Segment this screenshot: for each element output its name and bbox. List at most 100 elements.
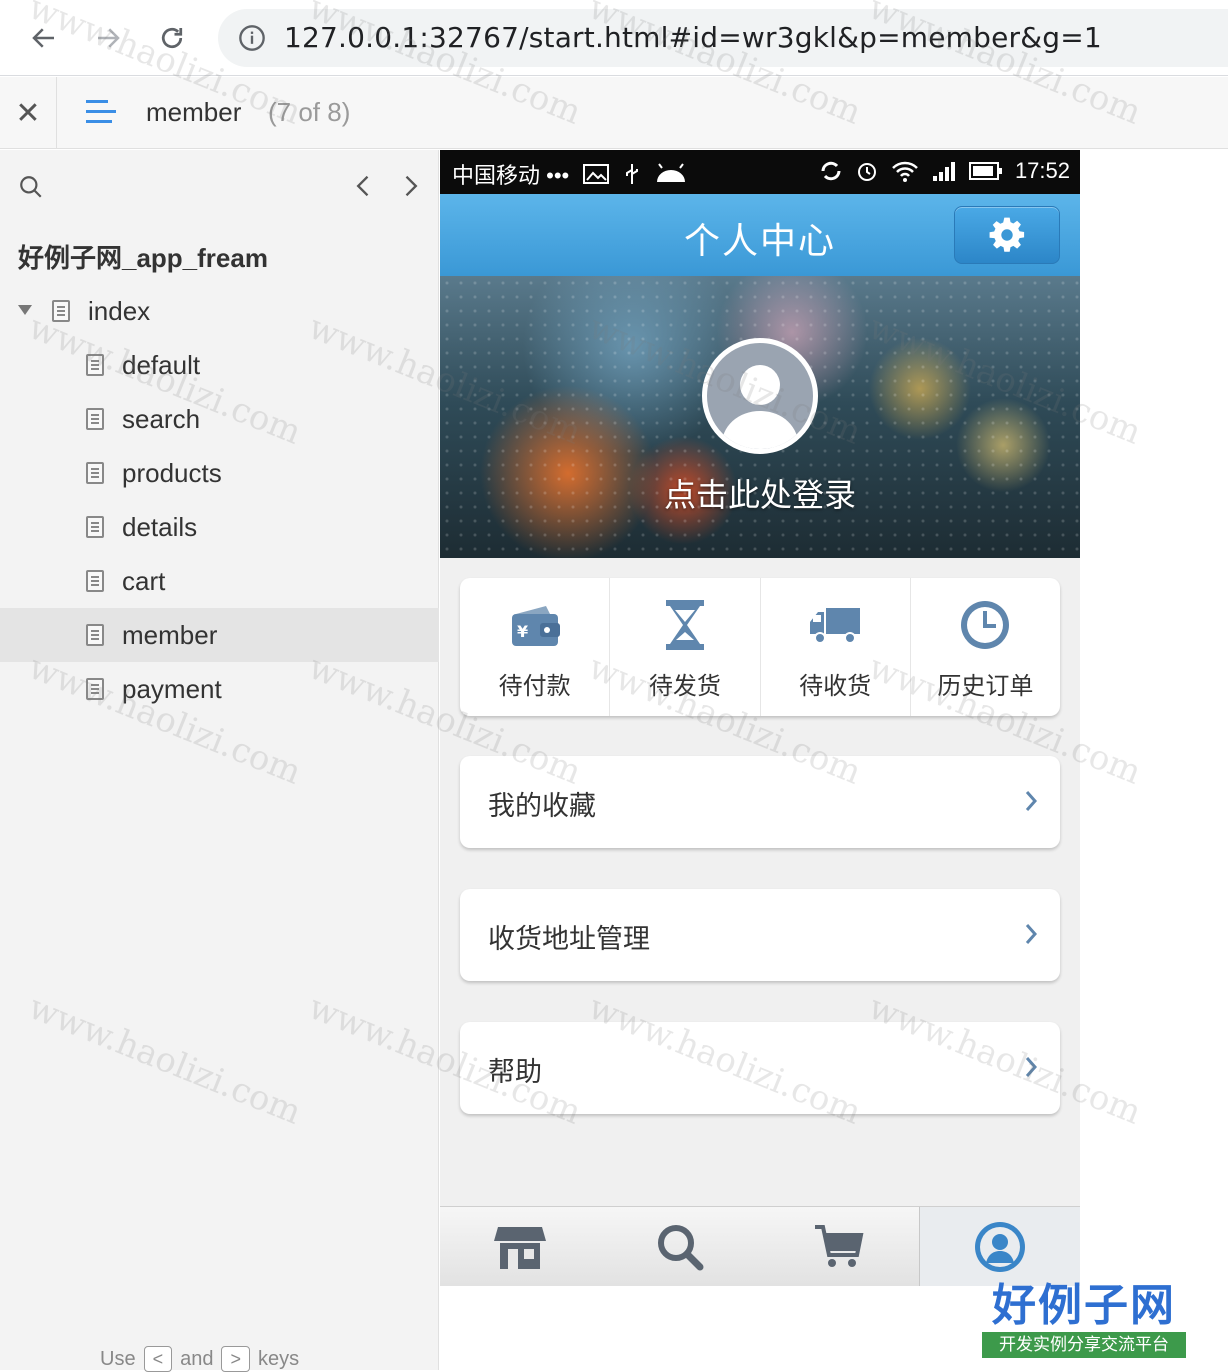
tree-item-label: details: [122, 512, 198, 542]
user-icon: [975, 1221, 1026, 1272]
order-pending-payment[interactable]: ¥ 待付款: [460, 578, 611, 716]
tree-item-label: products: [122, 458, 222, 488]
search-icon[interactable]: [18, 174, 44, 200]
svg-text:¥: ¥: [517, 622, 528, 641]
next-key: >: [221, 1346, 250, 1372]
cart-icon: [815, 1224, 864, 1267]
chevron-right-icon: [1025, 791, 1038, 811]
page-icon: [86, 516, 104, 538]
tree-item-label: default: [122, 350, 201, 380]
page-icon: [52, 300, 70, 322]
keyboard-hint: Use < and > keys: [100, 1346, 299, 1372]
caret-down-icon[interactable]: [18, 305, 32, 315]
android-icon: [657, 163, 686, 182]
battery-icon: [968, 162, 1002, 180]
login-prompt[interactable]: 点击此处登录: [440, 470, 1080, 516]
settings-button[interactable]: [954, 206, 1060, 264]
signal-icon: [932, 162, 955, 181]
address-bar[interactable]: 127.0.0.1:32767/start.html#id=wr3gkl&p=m…: [218, 9, 1228, 67]
status-time: 17:52: [1014, 158, 1070, 183]
wifi-icon: [892, 161, 918, 182]
tree-item-label: payment: [122, 674, 222, 704]
chevron-right-icon[interactable]: [396, 172, 424, 200]
reload-button[interactable]: [148, 14, 196, 62]
bottom-tab-bar: [440, 1206, 1080, 1286]
chevron-right-icon: [1025, 1057, 1038, 1077]
profile-banner[interactable]: 点击此处登录: [440, 276, 1080, 558]
logo-tagline: 开发实例分享交流平台: [982, 1332, 1186, 1358]
search-icon: [657, 1224, 704, 1270]
sync-icon: [821, 161, 841, 181]
prev-key: <: [143, 1346, 173, 1372]
menu-label: 我的收藏: [488, 791, 596, 821]
menu-icon[interactable]: [84, 95, 118, 129]
menu-label: 帮助: [488, 1057, 542, 1087]
order-pending-shipment[interactable]: 待发货: [610, 578, 761, 716]
prototype-toolbar: ✕ member (7 of 8): [0, 77, 1228, 149]
back-button[interactable]: [20, 14, 68, 62]
page-icon: [86, 624, 104, 646]
project-title: 好例子网_app_fream: [18, 243, 268, 273]
page-icon: [86, 678, 104, 700]
tree-item-details[interactable]: details: [0, 500, 439, 554]
clock-icon: [961, 601, 1010, 649]
hint-and: and: [180, 1347, 214, 1370]
forward-button[interactable]: [84, 14, 132, 62]
tab-member[interactable]: [919, 1207, 1080, 1286]
hourglass-icon: [665, 600, 704, 650]
usb-icon: [626, 164, 639, 184]
menu-help[interactable]: 帮助: [460, 1022, 1060, 1114]
page-icon: [86, 354, 104, 376]
close-icon: ✕: [15, 96, 41, 130]
tree-item-member[interactable]: member: [0, 608, 439, 662]
browser-toolbar: 127.0.0.1:32767/start.html#id=wr3gkl&p=m…: [0, 0, 1228, 76]
url-text[interactable]: 127.0.0.1:32767/start.html#id=wr3gkl&p=m…: [284, 21, 1102, 54]
user-silhouette-icon: [721, 365, 799, 449]
page-counter: (7 of 8): [268, 97, 351, 127]
tree-item-label: search: [122, 404, 201, 434]
tree-item-payment[interactable]: payment: [0, 662, 439, 716]
tab-home[interactable]: [440, 1207, 600, 1286]
app-header: 个人中心: [440, 194, 1080, 276]
tree-item-label: index: [88, 296, 151, 326]
order-history[interactable]: 历史订单: [911, 578, 1060, 716]
alarm-icon: [857, 163, 876, 181]
arrow-right-icon: [98, 28, 120, 48]
page-sidebar: 好例子网_app_fream index default search prod…: [0, 150, 439, 1372]
tree-item-index[interactable]: index: [0, 284, 439, 338]
tree-item-search[interactable]: search: [0, 392, 439, 446]
order-label: 待收货: [799, 673, 872, 700]
tree-item-label: cart: [122, 566, 166, 596]
info-icon[interactable]: [238, 24, 266, 52]
current-page-name: member: [146, 97, 242, 127]
tree-item-label: member: [122, 620, 218, 650]
menu-address[interactable]: 收货地址管理: [460, 889, 1060, 981]
hint-keys: keys: [257, 1347, 300, 1370]
tree-item-default[interactable]: default: [0, 338, 439, 392]
tab-cart[interactable]: [760, 1207, 920, 1286]
reload-icon: [161, 27, 183, 49]
site-logo: 好例子网 开发实例分享交流平台: [982, 1280, 1186, 1358]
menu-label: 收货地址管理: [488, 924, 650, 954]
chevron-left-icon[interactable]: [350, 172, 378, 200]
order-status-panel: ¥ 待付款 待发货 待收货 历史订单: [460, 578, 1060, 716]
tree-item-products[interactable]: products: [0, 446, 439, 500]
page-icon: [86, 408, 104, 430]
tree-item-cart[interactable]: cart: [0, 554, 439, 608]
order-pending-receipt[interactable]: 待收货: [761, 578, 911, 716]
carrier-text: 中国移动 •••: [452, 163, 570, 188]
tab-search[interactable]: [600, 1207, 760, 1286]
menu-favorites[interactable]: 我的收藏: [460, 756, 1060, 848]
image-icon: [583, 164, 610, 184]
wallet-icon: ¥: [511, 606, 560, 646]
page-icon: [86, 570, 104, 592]
arrow-left-icon: [32, 28, 54, 48]
member-content: ¥ 待付款 待发货 待收货 历史订单 我的收藏 收货地址管理 帮助: [440, 558, 1080, 1206]
avatar[interactable]: [702, 338, 818, 454]
order-label: 待付款: [498, 673, 571, 700]
page-icon: [86, 462, 104, 484]
logo-text: 好例子网: [992, 1280, 1176, 1331]
gear-icon: [989, 217, 1025, 252]
truck-icon: [810, 608, 861, 644]
close-button[interactable]: ✕: [0, 77, 57, 149]
